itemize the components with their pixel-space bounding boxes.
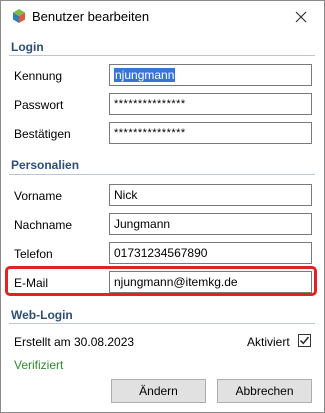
lastname-label: Nachname <box>14 218 73 232</box>
checkmark-icon <box>300 336 310 345</box>
close-icon <box>295 11 307 23</box>
username-value: njungmann <box>114 68 176 82</box>
cancel-button[interactable]: Abbrechen <box>217 379 312 403</box>
section-personal-heading: Personalien <box>11 158 80 172</box>
created-date-text: Erstellt am 30.08.2023 <box>14 335 135 349</box>
password-input[interactable]: *************** <box>109 93 312 115</box>
app-cubes-icon <box>10 8 28 26</box>
close-button[interactable] <box>278 1 324 33</box>
change-button[interactable]: Ändern <box>111 379 206 403</box>
edit-user-dialog: Benutzer bearbeiten Login Kennung njungm… <box>0 0 325 413</box>
section-divider <box>9 174 315 175</box>
password-label: Passwort <box>14 98 64 112</box>
section-login-heading: Login <box>11 40 44 54</box>
section-weblogin-heading: Web-Login <box>11 308 73 322</box>
window-title: Benutzer bearbeiten <box>32 9 150 24</box>
section-divider <box>9 323 315 324</box>
activated-label: Aktiviert <box>247 335 290 349</box>
confirm-password-input[interactable]: *************** <box>109 122 312 144</box>
confirm-password-label: Bestätigen <box>14 127 71 141</box>
username-input[interactable]: njungmann <box>109 64 312 86</box>
section-divider <box>9 55 315 56</box>
firstname-input[interactable]: Nick <box>109 184 312 206</box>
title-bar: Benutzer bearbeiten <box>1 1 324 33</box>
email-highlight-box <box>5 266 317 296</box>
phone-label: Telefon <box>14 247 53 261</box>
firstname-label: Vorname <box>14 189 63 203</box>
username-label: Kennung <box>14 69 63 83</box>
activated-checkbox[interactable] <box>298 334 311 347</box>
phone-input[interactable]: 01731234567890 <box>109 242 312 264</box>
lastname-input[interactable]: Jungmann <box>109 213 312 235</box>
verified-status: Verifiziert <box>14 358 64 372</box>
